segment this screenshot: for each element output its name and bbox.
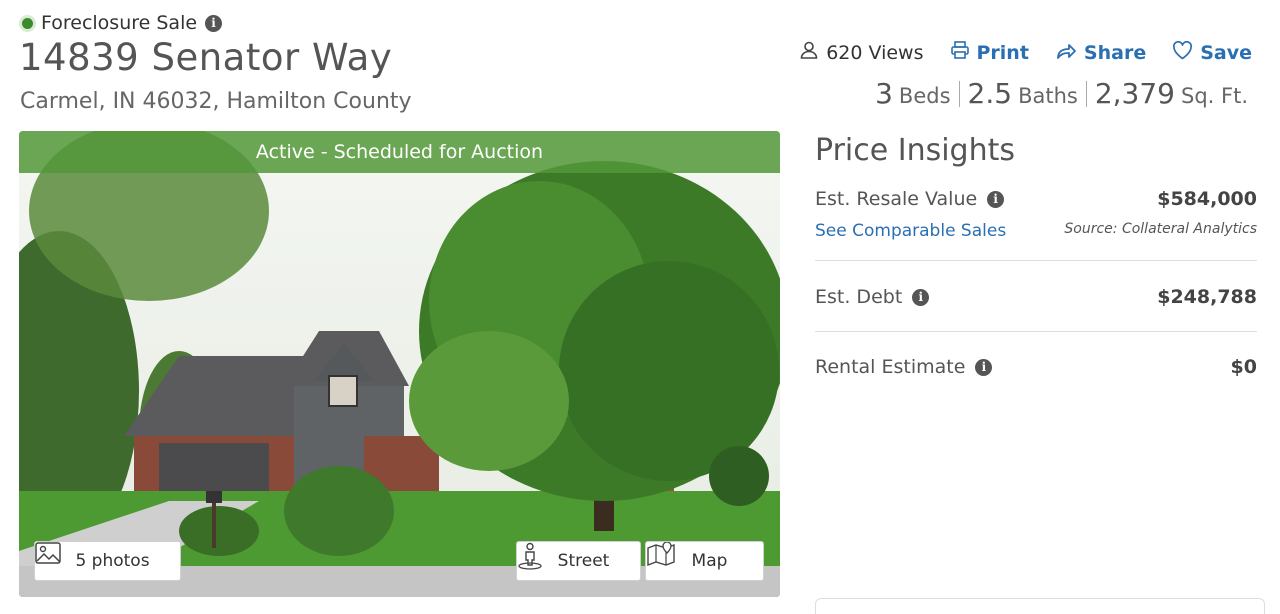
property-photo[interactable]: Active - Scheduled for Auction 5 photos … [19, 131, 780, 597]
insights-title: Price Insights [815, 133, 1015, 168]
save-label: Save [1200, 41, 1252, 64]
comparable-sales-link[interactable]: See Comparable Sales [815, 221, 1006, 241]
print-button[interactable]: Print [950, 40, 1029, 65]
resale-value-row: Est. Resale Value i $584,000 See Compara… [815, 188, 1257, 260]
baths-count: 2.5 [967, 77, 1013, 110]
debt-label: Est. Debt [815, 286, 903, 308]
save-button[interactable]: Save [1172, 40, 1252, 65]
street-label: Street [557, 551, 610, 571]
person-icon [799, 40, 819, 65]
print-label: Print [976, 41, 1029, 64]
map-view-button[interactable]: Map [645, 541, 764, 581]
map-label: Map [691, 551, 728, 571]
baths-stat: 2.5 Baths [960, 77, 1086, 110]
next-section-card [815, 598, 1265, 614]
view-photos-button[interactable]: 5 photos [34, 541, 181, 581]
house-photo-illustration [19, 131, 780, 597]
resale-value: $584,000 [1157, 188, 1257, 210]
listing-status: Foreclosure Sale i [22, 12, 223, 34]
address-location: Carmel, IN 46032, Hamilton County [20, 89, 412, 114]
beds-label: Beds [898, 84, 951, 108]
auction-status-banner: Active - Scheduled for Auction [19, 131, 780, 173]
debt-value: $248,788 [1157, 286, 1257, 308]
info-icon[interactable]: i [975, 358, 993, 376]
sqft-label: Sq. Ft. [1181, 84, 1248, 108]
rental-label: Rental Estimate [815, 356, 966, 378]
resale-label: Est. Resale Value [815, 188, 978, 210]
info-icon[interactable]: i [912, 288, 930, 306]
debt-row: Est. Debt i $248,788 [815, 261, 1257, 331]
info-icon[interactable]: i [987, 190, 1005, 208]
price-insights-panel: Price Insights Est. Resale Value i $584,… [815, 131, 1257, 402]
beds-stat: 3 Beds [867, 77, 958, 110]
rental-row: Rental Estimate i $0 [815, 332, 1257, 402]
data-source: Source: Collateral Analytics [1064, 221, 1257, 237]
street-view-button[interactable]: Street [516, 541, 641, 581]
property-stats: 3 Beds 2.5 Baths 2,379 Sq. Ft. [867, 77, 1256, 110]
sqft-stat: 2,379 Sq. Ft. [1087, 77, 1256, 110]
rental-label-group: Rental Estimate i [815, 356, 1257, 378]
views-label: 620 Views [826, 41, 924, 64]
share-arrow-icon [1055, 40, 1077, 65]
beds-count: 3 [875, 77, 893, 110]
share-button[interactable]: Share [1055, 40, 1146, 65]
sqft-count: 2,379 [1094, 77, 1175, 110]
printer-icon [950, 40, 970, 65]
status-dot-icon [22, 17, 33, 29]
rental-value: $0 [1230, 356, 1257, 378]
listing-actions: 620 Views Print Share Save [799, 40, 1252, 65]
page-title: 14839 Senator Way [19, 36, 393, 79]
baths-label: Baths [1018, 84, 1078, 108]
views-count: 620 Views [799, 40, 924, 65]
status-label: Foreclosure Sale [41, 12, 198, 34]
photos-count-label: 5 photos [75, 551, 150, 571]
info-icon[interactable]: i [205, 14, 223, 32]
share-label: Share [1083, 41, 1147, 64]
heart-icon [1172, 40, 1193, 65]
